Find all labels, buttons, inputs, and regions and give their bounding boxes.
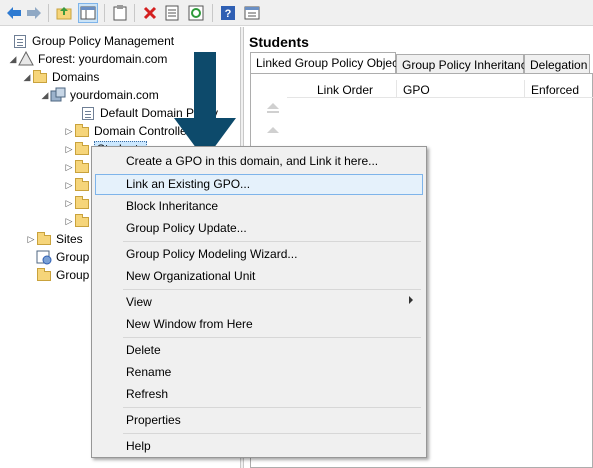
gpm-icon bbox=[12, 33, 28, 49]
tree-item-root[interactable]: Group Policy Management bbox=[2, 32, 174, 50]
forest-icon bbox=[18, 50, 34, 67]
ou-folder-icon bbox=[74, 195, 90, 211]
back-icon[interactable] bbox=[4, 3, 24, 23]
ou-folder-icon bbox=[74, 159, 90, 175]
tree-item-ou[interactable]: ▷ bbox=[64, 158, 94, 176]
tree-label: yourdomain.com bbox=[70, 88, 159, 102]
column-gpo[interactable]: GPO bbox=[397, 80, 525, 98]
gpo-grid-header: Link Order GPO Enforced bbox=[287, 80, 593, 98]
menu-item-new-ou[interactable]: New Organizational Unit bbox=[95, 266, 423, 287]
expand-icon[interactable]: ▷ bbox=[64, 180, 74, 191]
ou-folder-icon bbox=[74, 123, 90, 139]
menu-separator bbox=[123, 337, 421, 338]
menu-item-block-inheritance[interactable]: Block Inheritance bbox=[95, 196, 423, 217]
menu-item-view[interactable]: View bbox=[95, 292, 423, 313]
submenu-arrow-icon bbox=[409, 296, 413, 304]
up-folder-icon[interactable] bbox=[54, 3, 74, 23]
move-up-icon[interactable] bbox=[263, 100, 283, 116]
expand-icon[interactable]: ▷ bbox=[64, 198, 74, 209]
tree-label: Forest: yourdomain.com bbox=[38, 52, 168, 66]
show-hide-tree-icon[interactable] bbox=[78, 3, 98, 23]
clipboard-icon[interactable] bbox=[110, 3, 130, 23]
column-link-order[interactable]: Link Order bbox=[287, 80, 397, 98]
menu-item-properties[interactable]: Properties bbox=[95, 410, 423, 431]
sites-folder-icon bbox=[36, 231, 52, 247]
forward-icon[interactable] bbox=[24, 3, 44, 23]
tree-label: Group Policy Management bbox=[32, 34, 175, 48]
tree-label: Sites bbox=[56, 232, 83, 246]
properties-icon[interactable] bbox=[162, 3, 182, 23]
refresh-icon[interactable] bbox=[186, 3, 206, 23]
tree-label: Domains bbox=[52, 70, 100, 84]
menu-item-rename[interactable]: Rename bbox=[95, 362, 423, 383]
domains-folder-icon bbox=[32, 69, 48, 85]
expand-icon[interactable]: ▷ bbox=[64, 126, 74, 137]
menu-item-delete[interactable]: Delete bbox=[95, 340, 423, 361]
tree-item-domains[interactable]: ◢ Domains bbox=[22, 68, 99, 86]
context-menu: Create a GPO in this domain, and Link it… bbox=[91, 146, 427, 458]
svg-text:?: ? bbox=[225, 8, 232, 20]
move-down-icon[interactable] bbox=[263, 124, 283, 140]
expand-icon[interactable]: ▷ bbox=[26, 234, 36, 245]
menu-item-link-existing-gpo[interactable]: Link an Existing GPO... bbox=[95, 174, 423, 195]
menu-separator bbox=[123, 289, 421, 290]
expand-icon[interactable]: ▷ bbox=[64, 216, 74, 227]
delete-icon[interactable] bbox=[140, 3, 160, 23]
expand-icon[interactable]: ▷ bbox=[64, 162, 74, 173]
modeling-icon bbox=[36, 249, 52, 265]
menu-item-gp-update[interactable]: Group Policy Update... bbox=[95, 218, 423, 239]
domain-icon bbox=[50, 87, 66, 103]
tree-item-sites[interactable]: ▷ Sites bbox=[26, 230, 83, 248]
results-folder-icon bbox=[36, 267, 52, 283]
toolbar: ? bbox=[0, 0, 593, 26]
ou-folder-icon bbox=[74, 141, 90, 157]
menu-item-refresh[interactable]: Refresh bbox=[95, 384, 423, 405]
expand-icon[interactable]: ▷ bbox=[64, 144, 74, 155]
menu-item-new-window[interactable]: New Window from Here bbox=[95, 314, 423, 335]
tab-inheritance[interactable]: Group Policy Inheritance bbox=[396, 54, 533, 74]
menu-item-create-gpo[interactable]: Create a GPO in this domain, and Link it… bbox=[95, 151, 423, 172]
tree-item-ou[interactable]: ▷ bbox=[64, 176, 94, 194]
expand-icon[interactable]: ◢ bbox=[22, 72, 32, 83]
ou-folder-icon bbox=[74, 213, 90, 229]
tab-linked-gpos[interactable]: Linked Group Policy Objects bbox=[250, 52, 407, 74]
menu-item-label: View bbox=[126, 295, 152, 309]
menu-separator bbox=[123, 433, 421, 434]
tree-item-ou[interactable]: ▷ bbox=[64, 194, 94, 212]
expand-icon[interactable]: ◢ bbox=[8, 54, 18, 65]
menu-separator bbox=[123, 407, 421, 408]
details-title: Students bbox=[249, 34, 309, 50]
column-enforced[interactable]: Enforced bbox=[525, 80, 593, 98]
tree-item-forest[interactable]: ◢ Forest: yourdomain.com bbox=[8, 50, 167, 68]
menu-item-help[interactable]: Help bbox=[95, 436, 423, 457]
menu-item-modeling-wizard[interactable]: Group Policy Modeling Wizard... bbox=[95, 244, 423, 265]
gpo-link-icon bbox=[80, 105, 96, 121]
tree-item-domain[interactable]: ◢ yourdomain.com bbox=[40, 86, 159, 104]
tree-item-ou[interactable]: ▷ bbox=[64, 212, 94, 230]
help-icon[interactable]: ? bbox=[218, 3, 238, 23]
view-icon[interactable] bbox=[242, 3, 262, 23]
tab-delegation[interactable]: Delegation bbox=[524, 54, 590, 74]
expand-icon[interactable]: ◢ bbox=[40, 90, 50, 101]
ou-folder-icon bbox=[74, 177, 90, 193]
menu-separator bbox=[123, 241, 421, 242]
